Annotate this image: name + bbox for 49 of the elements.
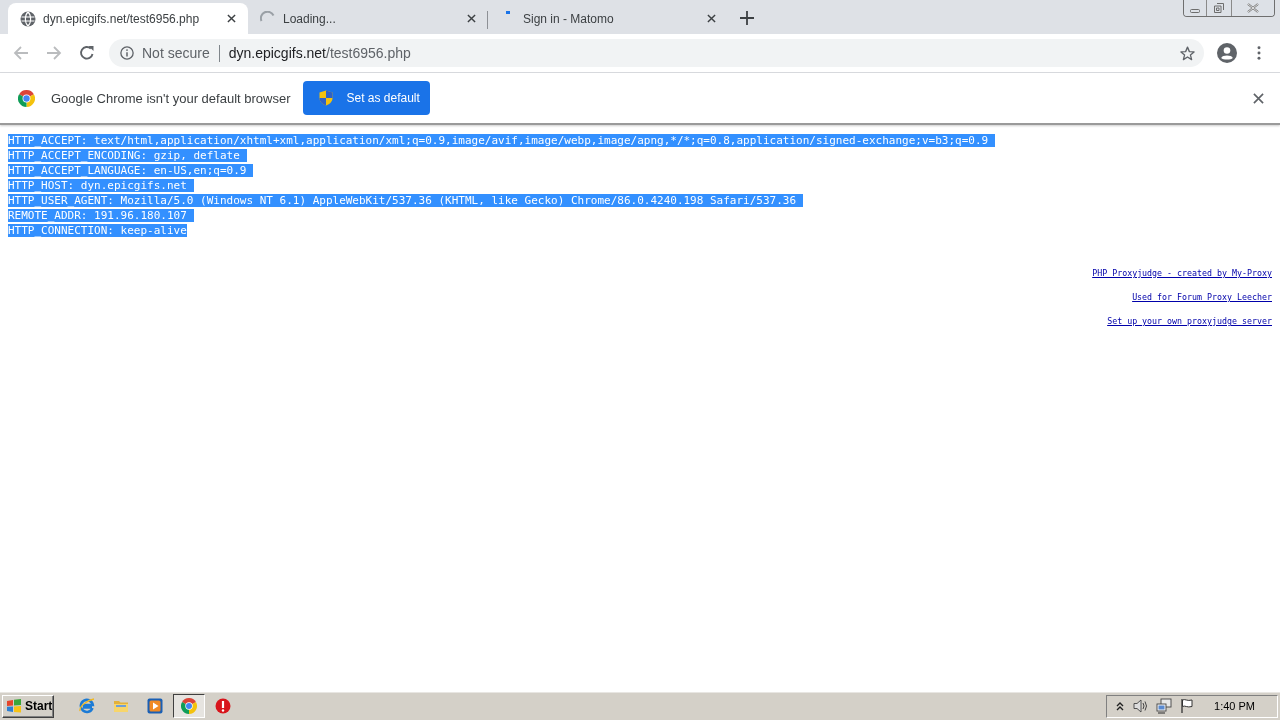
close-icon[interactable] (707, 14, 716, 23)
header-text: HTTP_ACCEPT_LANGUAGE: en-US,en;q=0.9 (8, 164, 254, 177)
chrome-logo-icon (18, 89, 35, 107)
menu-icon[interactable] (1257, 46, 1261, 60)
play-icon (147, 698, 163, 714)
minimize-icon (1190, 8, 1200, 13)
globe-icon (20, 10, 36, 27)
close-icon[interactable] (227, 14, 236, 23)
header-text: REMOTE_ADDR: 191.96.180.107 (8, 209, 194, 222)
clock-text: 1:40 PM (1214, 700, 1255, 712)
flag-icon[interactable] (1179, 698, 1195, 714)
address-bar[interactable]: Not secure dyn.epicgifs.net/test6956.php (109, 39, 1204, 67)
url-text: dyn.epicgifs.net/test6956.php (228, 45, 411, 61)
close-icon[interactable] (467, 14, 476, 23)
minimize-button[interactable] (1184, 0, 1207, 16)
windows-flag-icon (6, 699, 22, 713)
exclamation-icon (215, 698, 231, 714)
bookmark-star-icon[interactable] (1180, 45, 1195, 61)
footer-link[interactable]: Set up your own proxyjudge server (1107, 316, 1272, 326)
header-text: HTTP_ACCEPT_ENCODING: gzip, deflate (8, 149, 247, 162)
footer-link[interactable]: Used for Forum Proxy Leecher (1132, 292, 1272, 302)
browser-tab[interactable]: dyn.epicgifs.net/test6956.php (8, 3, 248, 34)
taskbar-button[interactable] (173, 694, 205, 718)
shield-icon (319, 90, 334, 106)
info-icon[interactable] (120, 46, 134, 60)
new-tab-icon[interactable] (740, 11, 754, 25)
speaker-icon[interactable] (1133, 698, 1149, 714)
security-label: Not secure (142, 45, 210, 61)
e-logo-icon (79, 698, 95, 714)
set-default-button[interactable]: Set as default (303, 81, 431, 115)
restore-icon (1214, 3, 1224, 13)
close-icon[interactable] (1253, 92, 1264, 104)
footer-link[interactable]: PHP Proxyjudge - created by My-Proxy (1092, 268, 1272, 278)
close-icon (1247, 3, 1259, 13)
reload-icon[interactable] (79, 45, 95, 61)
chrome-logo-icon (181, 698, 197, 714)
network-icon[interactable] (1156, 698, 1172, 714)
chevron-up-icon[interactable] (1116, 701, 1124, 711)
header-text: HTTP_HOST: dyn.epicgifs.net (8, 179, 194, 192)
start-button[interactable]: Start (2, 694, 54, 718)
browser-tab[interactable]: Sign in - Matomo (488, 3, 728, 34)
header-text: HTTP_USER_AGENT: Mozilla/5.0 (Windows NT 6.1) AppleWebKit/537.36 (KHTML, like Gecko) Chrome/86.0.4240.198 Safari/537.36 (8, 194, 804, 207)
infobar-message: Google Chrome isn't your default browser (51, 90, 291, 106)
loading-spinner-icon (506, 11, 510, 14)
profile-avatar-icon[interactable] (1217, 43, 1237, 63)
browser-tab[interactable]: Loading... (248, 3, 488, 34)
folder-icon (113, 698, 129, 714)
header-text: HTTP_ACCEPT: text/html,application/xhtml+xml,application/xml;q=0.9,image/avif,image/webp,image/apng,*/*;q=0.8,application/signed-exchange;v=b3;q=0.9 (8, 134, 996, 147)
header-text: HTTP_CONNECTION: keep-alive (8, 224, 187, 237)
